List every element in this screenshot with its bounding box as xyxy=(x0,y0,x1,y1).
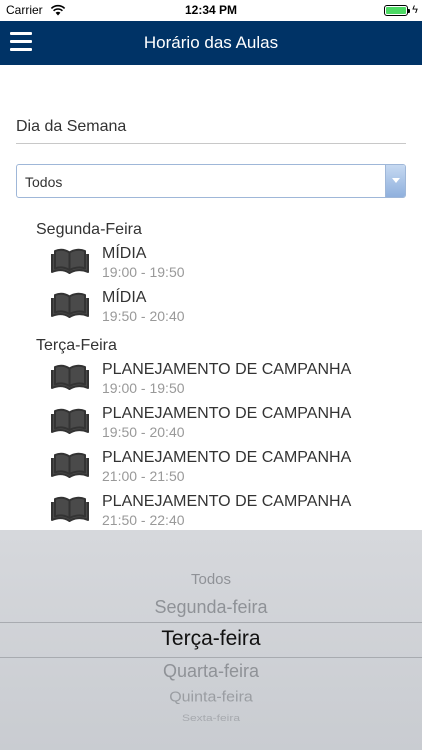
navigation-bar: Horário das Aulas xyxy=(0,21,422,65)
class-time: 21:00 - 21:50 xyxy=(102,468,185,484)
class-name: PLANEJAMENTO DE CAMPANHA xyxy=(102,405,352,422)
book-icon xyxy=(51,248,89,274)
class-name: PLANEJAMENTO DE CAMPANHA xyxy=(102,493,352,510)
day-title: Segunda-Feira xyxy=(36,221,142,238)
class-name: MÍDIA xyxy=(102,289,147,306)
status-bar: Carrier 12:34 PM ϟ xyxy=(0,0,422,21)
day-filter-select[interactable]: Todos xyxy=(16,164,406,198)
status-time: 12:34 PM xyxy=(184,3,238,17)
battery-icon xyxy=(384,5,410,16)
charging-icon: ϟ xyxy=(412,4,418,16)
day-group-segunda: Segunda-Feira MÍDIA 19:00 - 19:50 MÍDIA … xyxy=(0,215,422,331)
picker-option-terca-selected[interactable]: Terça-feira xyxy=(0,627,422,651)
day-filter-label: Dia da Semana xyxy=(16,118,127,135)
page-title: Horário das Aulas xyxy=(143,33,279,52)
list-item[interactable]: PLANEJAMENTO DE CAMPANHA 19:00 - 19:50 xyxy=(36,359,422,403)
book-icon xyxy=(51,496,89,522)
day-title: Terça-Feira xyxy=(36,337,117,354)
picker-option-segunda[interactable]: Segunda-feira xyxy=(0,597,422,618)
day-group-terca: Terça-Feira PLANEJAMENTO DE CAMPANHA 19:… xyxy=(0,331,422,530)
class-time: 21:50 - 22:40 xyxy=(102,512,185,528)
list-item[interactable]: MÍDIA 19:00 - 19:50 xyxy=(36,243,422,287)
class-name: PLANEJAMENTO DE CAMPANHA xyxy=(102,361,352,378)
list-item[interactable]: PLANEJAMENTO DE CAMPANHA 21:00 - 21:50 xyxy=(36,447,422,491)
list-item[interactable]: MÍDIA 19:50 - 20:40 xyxy=(36,287,422,331)
class-time: 19:50 - 20:40 xyxy=(102,424,185,440)
day-filter-value: Todos xyxy=(25,174,63,190)
book-icon xyxy=(51,292,89,318)
picker-option-quinta[interactable]: Quinta-feira xyxy=(0,690,422,706)
schedule-list[interactable]: Segunda-Feira MÍDIA 19:00 - 19:50 MÍDIA … xyxy=(0,215,422,530)
dropdown-arrow-icon[interactable] xyxy=(385,165,405,197)
book-icon xyxy=(51,452,89,478)
class-name: PLANEJAMENTO DE CAMPANHA xyxy=(102,449,352,466)
class-name: MÍDIA xyxy=(102,245,147,262)
picker-option-quarta[interactable]: Quarta-feira xyxy=(0,661,422,682)
class-time: 19:50 - 20:40 xyxy=(102,308,185,324)
picker-option-todos[interactable]: Todos xyxy=(0,571,422,588)
book-icon xyxy=(51,364,89,390)
picker-option-sexta[interactable]: Sexta-feira xyxy=(0,712,422,723)
divider xyxy=(16,143,406,144)
day-picker[interactable]: Todos Segunda-feira Terça-feira Quarta-f… xyxy=(0,530,422,750)
list-item[interactable]: PLANEJAMENTO DE CAMPANHA 19:50 - 20:40 xyxy=(36,403,422,447)
class-time: 19:00 - 19:50 xyxy=(102,264,185,280)
list-item[interactable]: PLANEJAMENTO DE CAMPANHA 21:50 - 22:40 xyxy=(36,491,422,530)
class-time: 19:00 - 19:50 xyxy=(102,380,185,396)
book-icon xyxy=(51,408,89,434)
